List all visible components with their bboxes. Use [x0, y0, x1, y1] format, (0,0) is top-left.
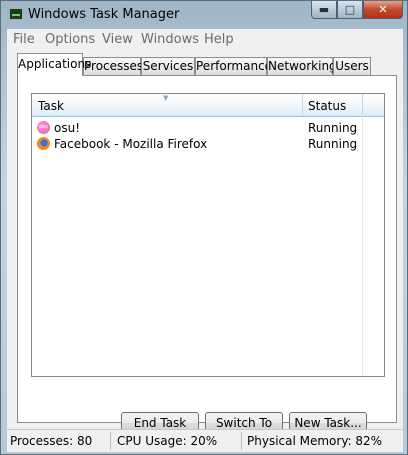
- processes-count: Processes: 80: [10, 434, 93, 448]
- status-divider: [110, 432, 111, 450]
- task-name: Facebook - Mozilla Firefox: [54, 137, 208, 151]
- osu-icon: osu: [37, 121, 50, 134]
- column-divider[interactable]: [302, 94, 303, 116]
- maximize-button[interactable]: □: [337, 1, 363, 19]
- firefox-icon: [37, 137, 50, 150]
- menu-windows[interactable]: Windows: [141, 32, 199, 47]
- list-header: ▼ Task Status: [32, 94, 384, 117]
- tab-networking[interactable]: Networking: [267, 57, 337, 75]
- cpu-usage: CPU Usage: 20%: [117, 434, 218, 448]
- tab-processes[interactable]: Processes: [83, 57, 143, 75]
- task-manager-icon: [9, 8, 23, 20]
- sort-arrow-icon: ▼: [163, 94, 169, 102]
- task-status: Running: [308, 121, 358, 135]
- menu-help[interactable]: Help: [204, 32, 234, 47]
- table-row[interactable]: Facebook - Mozilla Firefox Running: [32, 136, 384, 152]
- minimize-button[interactable]: ▬: [311, 1, 337, 19]
- tab-users[interactable]: Users: [333, 57, 371, 75]
- close-button[interactable]: ✕: [363, 1, 403, 19]
- tab-applications[interactable]: Applications: [17, 53, 91, 76]
- client-area: Applications Processes Services Performa…: [7, 49, 403, 434]
- menu-bar: File Options View Windows Help: [7, 29, 403, 49]
- status-bar: Processes: 80 CPU Usage: 20% Physical Me…: [7, 429, 403, 452]
- tab-services[interactable]: Services: [141, 57, 195, 75]
- column-divider[interactable]: [362, 94, 363, 116]
- tab-performance[interactable]: Performance: [195, 57, 272, 75]
- column-header-task[interactable]: Task: [38, 99, 64, 113]
- task-status: Running: [308, 137, 358, 151]
- window-title: Windows Task Manager: [28, 7, 180, 22]
- menu-view[interactable]: View: [102, 32, 133, 47]
- task-name: osu!: [54, 121, 81, 135]
- title-bar[interactable]: Windows Task Manager ▬ □ ✕: [1, 1, 407, 29]
- menu-file[interactable]: File: [13, 32, 35, 47]
- physical-memory: Physical Memory: 82%: [247, 434, 383, 448]
- status-divider: [241, 432, 242, 450]
- applications-panel: ▼ Task Status osu osu! Running Facebook …: [17, 75, 397, 434]
- task-list[interactable]: ▼ Task Status osu osu! Running Facebook …: [31, 93, 385, 377]
- menu-options[interactable]: Options: [45, 32, 95, 47]
- column-header-status[interactable]: Status: [308, 99, 346, 113]
- column-gridline: [362, 116, 363, 376]
- task-manager-window: Windows Task Manager ▬ □ ✕ File Options …: [0, 0, 408, 455]
- table-row[interactable]: osu osu! Running: [32, 120, 384, 136]
